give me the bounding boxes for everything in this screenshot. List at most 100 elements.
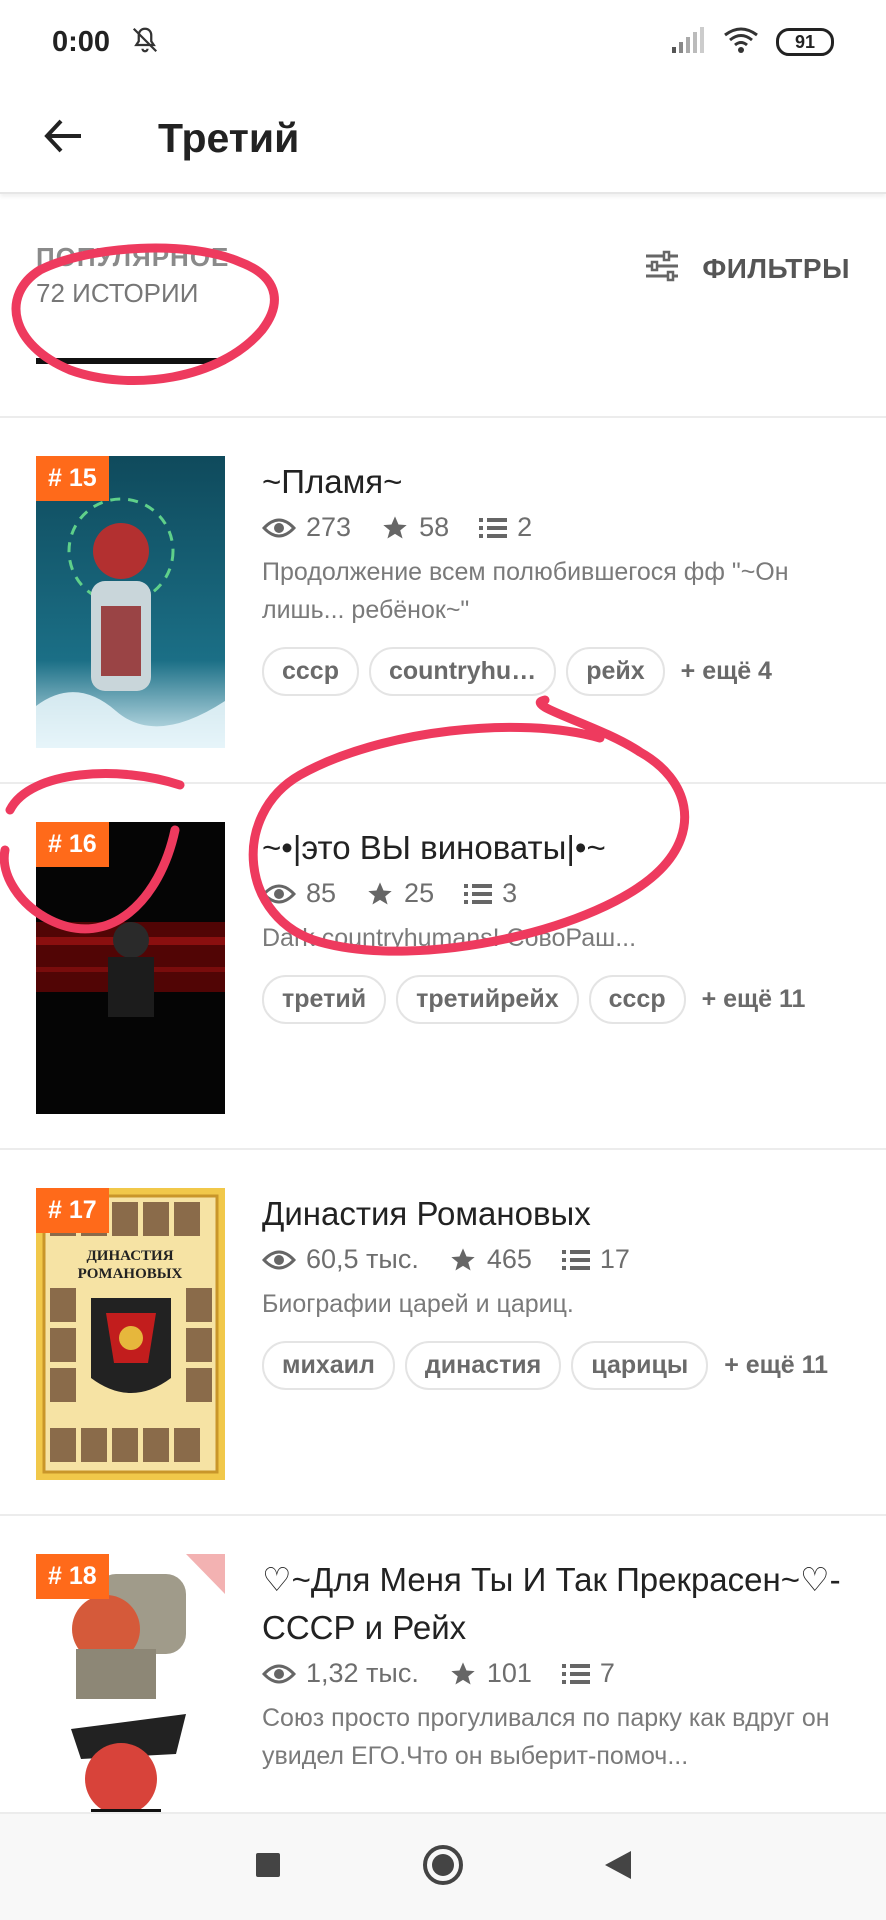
status-right: 91	[672, 26, 834, 58]
story-title[interactable]: Династия Романовых	[262, 1190, 852, 1238]
story-cover-image[interactable]: # 16	[36, 822, 225, 1114]
tag-chip[interactable]: третийрейх	[396, 975, 579, 1024]
tag-chip[interactable]: рейх	[566, 647, 665, 696]
story-card[interactable]: # 16 ~•|это ВЫ виноваты|•~ 85 25 3 Dark …	[0, 782, 886, 1148]
parts-count: 17	[599, 1244, 630, 1274]
cover-title-line2: РОМАНОВЫХ	[78, 1266, 183, 1282]
tag-chip[interactable]: третий	[262, 975, 387, 1024]
tag-chip[interactable]: царицы	[571, 1341, 709, 1390]
rank-badge: # 17	[36, 1188, 109, 1233]
arrow-left-icon	[43, 118, 83, 159]
story-list: # 15 ~Пламя~ 273 58 2 Продолжение всем п…	[0, 416, 886, 1880]
tag-chip[interactable]: ссср	[588, 975, 686, 1024]
system-back-button[interactable]	[588, 1837, 648, 1897]
list-icon	[561, 1249, 590, 1270]
story-tags: третий третийрейх ссср + ещё 11	[262, 975, 852, 1024]
recents-button[interactable]	[238, 1837, 298, 1897]
views-stat: 273	[262, 512, 351, 543]
story-description: Биографии царей и цариц.	[262, 1290, 574, 1318]
status-bar: 0:00 91	[0, 0, 886, 84]
story-info: ~•|это ВЫ виноваты|•~ 85 25 3 Dark count…	[262, 824, 852, 1024]
home-button[interactable]	[413, 1837, 473, 1897]
story-tags: михаил династия царицы + ещё 11	[262, 1341, 852, 1390]
status-left: 0:00	[52, 25, 160, 60]
votes-count: 25	[404, 878, 435, 908]
story-description: Союз просто прогуливался по парку как вд…	[262, 1704, 830, 1770]
parts-count: 3	[502, 878, 518, 908]
story-title[interactable]: ♡~Для Меня Ты И Так Прекрасен~♡-СССР и Р…	[262, 1556, 852, 1652]
votes-count: 465	[486, 1244, 532, 1274]
views-count: 85	[306, 878, 337, 908]
votes-count: 101	[486, 1658, 532, 1688]
story-cover-image[interactable]: ДИНАСТИЯ РОМАНОВЫХ # 17	[36, 1188, 225, 1480]
eye-icon	[262, 884, 296, 903]
list-icon	[464, 883, 493, 904]
rank-badge: # 18	[36, 1554, 109, 1599]
views-stat: 85	[262, 878, 336, 909]
list-icon	[479, 517, 508, 538]
parts-count: 7	[599, 1658, 615, 1688]
star-icon	[451, 1247, 475, 1270]
wifi-icon	[724, 27, 758, 58]
tag-chip[interactable]: ссср	[262, 647, 359, 696]
story-title[interactable]: ~•|это ВЫ виноваты|•~	[262, 824, 852, 872]
sort-filter-bar: ПОПУЛЯРНОЕ 72 ИСТОРИИ ФИЛЬТРЫ	[0, 196, 886, 366]
votes-stat: 58	[381, 512, 449, 543]
story-info: ♡~Для Меня Ты И Так Прекрасен~♡-СССР и Р…	[262, 1556, 852, 1775]
story-card[interactable]: ДИНАСТИЯ РОМАНОВЫХ # 17 Династия Романов…	[0, 1148, 886, 1514]
eye-icon	[262, 1250, 296, 1269]
story-cover-image[interactable]: # 18	[36, 1554, 225, 1846]
star-icon	[368, 881, 392, 904]
story-info: Династия Романовых 60,5 тыс. 465 17 Биог…	[262, 1190, 852, 1390]
story-tags: ссср countryhu… рейх + ещё 4	[262, 647, 852, 696]
views-count: 60,5 тыс.	[306, 1244, 419, 1274]
rank-badge: # 16	[36, 822, 109, 867]
filters-button[interactable]: ФИЛЬТРЫ	[644, 250, 850, 287]
story-cover-image[interactable]: # 15	[36, 456, 225, 748]
eye-icon	[262, 518, 296, 537]
star-icon	[451, 1661, 475, 1684]
story-stats: 85 25 3	[262, 878, 852, 909]
app-bar: Третий	[0, 84, 886, 194]
more-tags[interactable]: + ещё 4	[681, 657, 772, 686]
eye-icon	[262, 1664, 296, 1683]
list-icon	[561, 1663, 590, 1684]
story-description: Dark countryhumans! СовоРаш...	[262, 924, 637, 952]
story-description: Продолжение всем полюбившегося фф "~Он л…	[262, 558, 789, 624]
story-count: 72 ИСТОРИИ	[36, 278, 199, 308]
sort-tab-underline	[36, 358, 226, 364]
bell-off-icon	[130, 25, 160, 60]
votes-stat: 25	[366, 878, 434, 909]
battery-icon: 91	[776, 28, 834, 56]
more-tags[interactable]: + ещё 11	[724, 1351, 828, 1380]
story-card[interactable]: # 15 ~Пламя~ 273 58 2 Продолжение всем п…	[0, 416, 886, 782]
page-title: Третий	[158, 114, 300, 161]
circle-home-icon	[421, 1843, 465, 1892]
story-info: ~Пламя~ 273 58 2 Продолжение всем полюби…	[262, 458, 852, 696]
more-tags[interactable]: + ещё 11	[702, 985, 806, 1014]
views-stat: 60,5 тыс.	[262, 1244, 419, 1275]
votes-count: 58	[419, 512, 450, 542]
star-icon	[383, 515, 407, 538]
cover-title-line1: ДИНАСТИЯ	[86, 1248, 173, 1264]
tag-chip[interactable]: countryhu…	[368, 647, 557, 696]
views-count: 1,32 тыс.	[306, 1658, 419, 1688]
back-button[interactable]	[28, 103, 98, 173]
parts-stat: 3	[464, 878, 517, 909]
triangle-back-icon	[603, 1849, 633, 1886]
tag-chip[interactable]: династия	[404, 1341, 562, 1390]
rank-badge: # 15	[36, 456, 109, 501]
parts-stat: 2	[479, 512, 532, 543]
status-time: 0:00	[52, 25, 111, 58]
filters-label: ФИЛЬТРЫ	[702, 252, 850, 284]
votes-stat: 465	[449, 1244, 532, 1275]
parts-count: 2	[517, 512, 533, 542]
story-stats: 273 58 2	[262, 512, 852, 543]
tag-chip[interactable]: михаил	[262, 1341, 395, 1390]
story-stats: 1,32 тыс. 101 7	[262, 1658, 852, 1689]
parts-stat: 7	[561, 1658, 615, 1689]
parts-stat: 17	[561, 1244, 630, 1275]
story-title[interactable]: ~Пламя~	[262, 458, 852, 506]
sort-tab-popular[interactable]: ПОПУЛЯРНОЕ	[36, 242, 229, 273]
signal-icon	[672, 26, 706, 58]
